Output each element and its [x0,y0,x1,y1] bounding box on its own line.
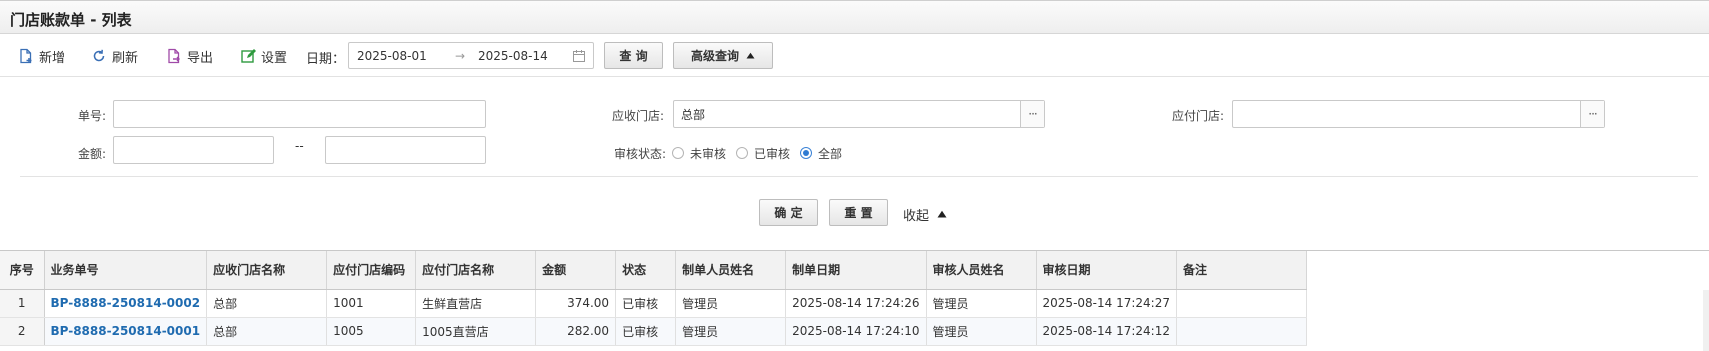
amount-to-input[interactable] [325,136,486,164]
table-cell: 1005 [326,317,417,346]
table-cell: 管理员 [926,317,1037,346]
export-button[interactable]: 导出 [166,44,213,68]
order-no-link[interactable]: BP-8888-250814-0001 [44,317,208,346]
column-header[interactable]: 审核日期 [1036,251,1177,290]
table-cell [1176,289,1307,318]
table-cell: 管理员 [675,317,787,346]
column-header[interactable]: 制单日期 [785,251,927,290]
recv-store-value: 总部 [681,107,706,122]
data-grid: 序号 业务单号 应收门店名称 应付门店编码 应付门店名称 金额 状态 制单人员姓… [0,250,1709,351]
column-header[interactable]: 审核人员姓名 [926,251,1037,290]
column-header[interactable]: 状态 [615,251,677,290]
column-header[interactable]: 应付门店编码 [326,251,417,290]
query-button[interactable]: 查 询 [604,42,663,69]
table-cell: 282.00 [535,317,617,346]
recv-store-label: 应收门店: [611,109,664,123]
vertical-scrollbar[interactable] [1703,290,1709,351]
settings-label: 设置 [261,50,288,66]
audit-status-radio-group: 未审核 已审核 全部 [672,144,852,162]
amount-label: 金额: [77,147,106,161]
refresh-icon [93,49,105,62]
table-header-row: 序号 业务单号 应收门店名称 应付门店编码 应付门店名称 金额 状态 制单人员姓… [0,251,1307,290]
order-no-label: 单号: [77,109,106,123]
audit-status-label: 审核状态: [613,147,666,161]
settings-button[interactable]: 设置 [240,44,287,68]
table-cell: 1001 [326,289,417,318]
table-cell: 总部 [206,289,328,318]
amount-from-input[interactable] [113,136,274,164]
page-title: 门店账款单 - 列表 [10,11,132,29]
date-label: 日期： [306,52,346,67]
row-index: 2 [0,317,45,346]
table-cell: 2025-08-14 17:24:26 [785,289,927,318]
audit-radio-reviewed[interactable]: 已审核 [736,145,790,162]
amount-separator: -- [295,139,304,153]
column-header[interactable]: 制单人员姓名 [675,251,787,290]
pay-store-picker-button[interactable]: ··· [1580,101,1604,127]
collapse-label: 收起 [903,208,930,224]
advanced-query-label: 高级查询 [690,49,739,63]
table-row[interactable]: 2 BP-8888-250814-0001 总部 1005 1005直营店 28… [0,317,1307,346]
table-cell: 已审核 [615,317,677,346]
table-cell: 已审核 [615,289,677,318]
recv-store-picker-button[interactable]: ··· [1020,101,1044,127]
reset-button[interactable]: 重 置 [829,199,888,226]
table-row[interactable]: 1 BP-8888-250814-0002 总部 1001 生鲜直营店 374.… [0,289,1307,318]
title-bar: 门店账款单 - 列表 [0,0,1709,34]
column-header[interactable]: 业务单号 [44,251,208,290]
audit-option-label: 未审核 [690,146,727,161]
filter-divider [20,176,1698,177]
table-cell: 2025-08-14 17:24:27 [1036,289,1177,318]
table-cell: 总部 [206,317,328,346]
table-cell: 管理员 [675,289,787,318]
edit-settings-icon [241,49,256,63]
audit-option-label: 全部 [818,146,843,161]
table-cell: 生鲜直营店 [415,289,537,318]
radio-checked-icon [800,147,813,159]
add-label: 新增 [39,50,66,66]
triangle-up-icon [746,52,755,59]
audit-radio-unreviewed[interactable]: 未审核 [672,145,726,162]
table-cell: 2025-08-14 17:24:10 [785,317,927,346]
refresh-button[interactable]: 刷新 [91,44,138,68]
radio-unchecked-icon [672,147,684,159]
column-header[interactable]: 金额 [535,251,617,290]
order-no-link[interactable]: BP-8888-250814-0002 [44,289,208,318]
refresh-label: 刷新 [112,50,139,66]
document-add-icon [20,48,32,64]
triangle-up-icon [937,210,947,218]
table-cell: 管理员 [926,289,1037,318]
table-cell: 2025-08-14 17:24:12 [1036,317,1177,346]
table-cell [1176,317,1307,346]
date-to[interactable]: 2025-08-14 [478,49,548,63]
table-cell: 1005直营店 [415,317,537,346]
column-header[interactable]: 备注 [1176,251,1307,290]
add-button[interactable]: 新增 [18,44,65,68]
confirm-button[interactable]: 确 定 [759,199,818,226]
row-index: 1 [0,289,45,318]
export-label: 导出 [187,50,214,66]
audit-option-label: 已审核 [754,146,791,161]
date-from[interactable]: 2025-08-01 [357,49,427,63]
audit-radio-all[interactable]: 全部 [800,145,842,162]
collapse-button[interactable]: 收起 [903,202,947,226]
export-icon [168,48,180,64]
date-range-picker[interactable]: 2025-08-01 → 2025-08-14 [348,42,594,69]
column-header[interactable]: 应收门店名称 [206,251,328,290]
radio-unchecked-icon [736,147,749,159]
toolbar: 新增 刷新 导出 设置 日期： 2025-08-01 → 2025-08-14 … [0,35,1709,77]
recv-store-input[interactable]: 总部 ··· [673,100,1045,128]
column-header[interactable]: 应付门店名称 [415,251,537,290]
data-table: 序号 业务单号 应收门店名称 应付门店编码 应付门店名称 金额 状态 制单人员姓… [0,251,1307,346]
pay-store-label: 应付门店: [1171,109,1224,123]
advanced-query-button[interactable]: 高级查询 [673,42,773,69]
pay-store-input[interactable]: ··· [1232,100,1605,128]
date-arrow: → [455,49,466,63]
calendar-icon[interactable] [572,49,586,63]
table-cell: 374.00 [535,289,617,318]
order-no-input[interactable] [113,100,486,128]
column-header[interactable]: 序号 [0,251,45,290]
